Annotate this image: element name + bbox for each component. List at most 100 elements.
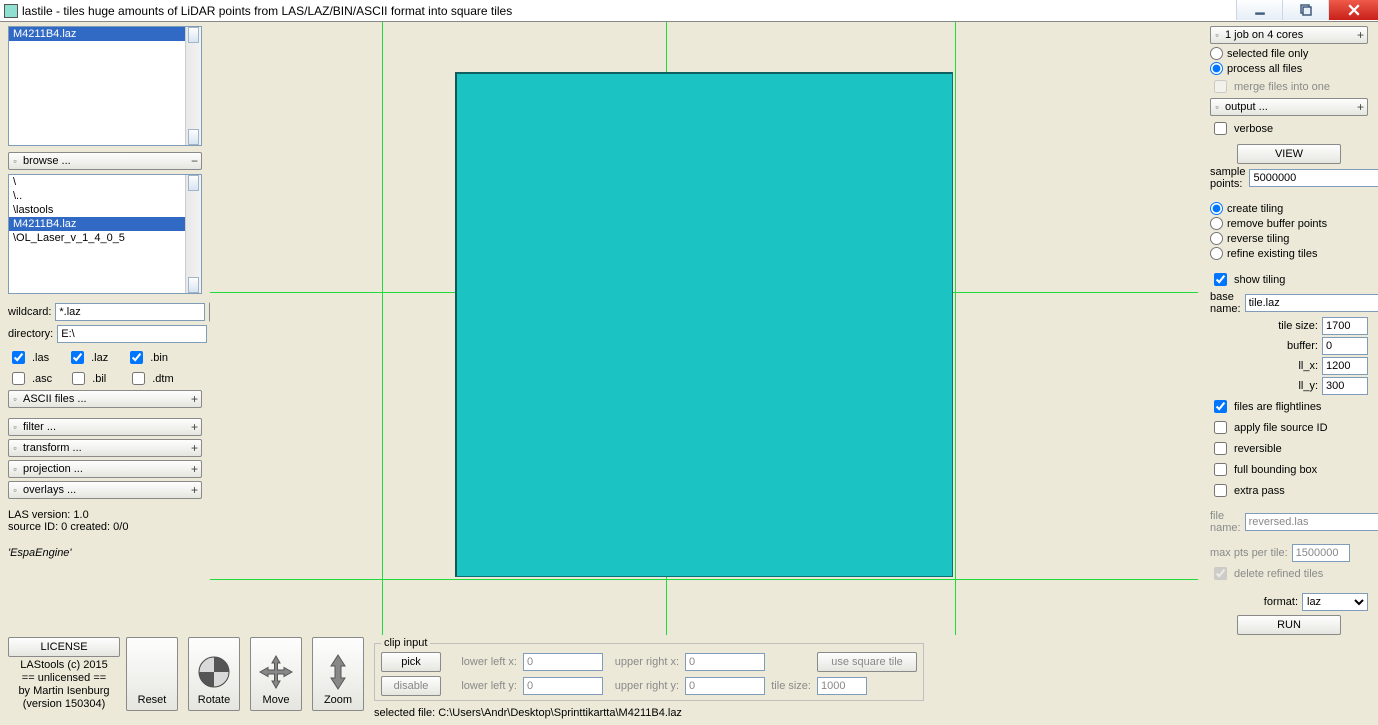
remove-buffer-radio[interactable]: remove buffer points xyxy=(1210,217,1327,230)
upper-right-y-input xyxy=(685,677,765,695)
upper-right-x-label: upper right x: xyxy=(609,656,679,668)
list-item[interactable]: \ xyxy=(9,175,201,189)
disable-button[interactable]: disable xyxy=(381,676,441,696)
llx-label: ll_x: xyxy=(1298,360,1318,372)
clip-tile-size-label: tile size: xyxy=(771,680,811,692)
directory-input[interactable] xyxy=(57,325,207,343)
file-name-input xyxy=(1245,513,1378,531)
lly-label: ll_y: xyxy=(1298,380,1318,392)
selected-files-list[interactable]: M4211B4.laz xyxy=(8,26,202,146)
asc-checkbox[interactable]: .asc xyxy=(8,369,52,388)
clip-legend: clip input xyxy=(381,637,430,649)
tile-size-label: tile size: xyxy=(1278,320,1318,332)
verbose-checkbox[interactable]: verbose xyxy=(1210,119,1273,138)
reset-button[interactable]: Reset xyxy=(126,637,178,711)
reverse-tiling-radio[interactable]: reverse tiling xyxy=(1210,232,1289,245)
selected-file-status: selected file: C:\Users\Andr\Desktop\Spr… xyxy=(374,707,914,719)
run-button[interactable]: RUN xyxy=(1237,615,1341,635)
view-button[interactable]: VIEW xyxy=(1237,144,1341,164)
flightlines-checkbox[interactable]: files are flightlines xyxy=(1210,397,1321,416)
zoom-icon xyxy=(318,652,358,692)
titlebar: lastile - tiles huge amounts of LiDAR po… xyxy=(0,0,1378,22)
process-all-radio[interactable]: process all files xyxy=(1210,62,1302,75)
delete-refined-checkbox[interactable]: delete refined tiles xyxy=(1210,564,1323,583)
zoom-button[interactable]: Zoom xyxy=(312,637,364,711)
tile-size-input[interactable] xyxy=(1322,317,1368,335)
projection-dropdown[interactable]: ▫projection ...+ xyxy=(8,460,202,478)
grid-vline xyxy=(955,22,956,635)
rotate-icon xyxy=(194,652,234,692)
list-item[interactable]: M4211B4.laz xyxy=(9,217,201,231)
upper-right-y-label: upper right y: xyxy=(609,680,679,692)
base-name-input[interactable] xyxy=(1245,294,1378,312)
expand-icon: ▫ xyxy=(11,155,19,167)
dtm-checkbox[interactable]: .dtm xyxy=(128,369,173,388)
list-item[interactable]: \.. xyxy=(9,189,201,203)
directory-label: directory: xyxy=(8,328,53,340)
sample-points-input[interactable] xyxy=(1249,169,1378,187)
buffer-input[interactable] xyxy=(1322,337,1368,355)
license-button[interactable]: LICENSE xyxy=(8,637,120,657)
laz-checkbox[interactable]: .laz xyxy=(67,348,108,367)
llx-input[interactable] xyxy=(1322,357,1368,375)
about-text: LAStools (c) 2015 == unlicensed == by Ma… xyxy=(8,659,120,711)
overlays-dropdown[interactable]: ▫overlays ...+ xyxy=(8,481,202,499)
wildcard-input[interactable] xyxy=(55,303,205,321)
upper-right-x-input xyxy=(685,653,765,671)
reset-icon xyxy=(132,652,172,692)
selected-file-only-radio[interactable]: selected file only xyxy=(1210,47,1308,60)
left-panel: M4211B4.laz ▫ browse ... − \ \.. \lastoo… xyxy=(8,26,202,627)
tile-extent xyxy=(455,72,953,577)
bil-checkbox[interactable]: .bil xyxy=(68,369,106,388)
ascii-files-dropdown[interactable]: ▫ASCII files ...+ xyxy=(8,390,202,408)
rotate-button[interactable]: Rotate xyxy=(188,637,240,711)
file-name-label: file name: xyxy=(1210,510,1241,534)
output-dropdown[interactable]: ▫output ...+ xyxy=(1210,98,1368,116)
collapse-icon: − xyxy=(191,154,198,168)
pick-button[interactable]: pick xyxy=(381,652,441,672)
full-bbox-checkbox[interactable]: full bounding box xyxy=(1210,460,1317,479)
right-panel: ▫1 job on 4 cores+ selected file only pr… xyxy=(1210,26,1368,637)
scrollbar[interactable] xyxy=(185,27,201,145)
base-name-label: base name: xyxy=(1210,291,1241,315)
viewport[interactable] xyxy=(210,22,1198,635)
lower-left-y-input xyxy=(523,677,603,695)
apply-id-checkbox[interactable]: apply file source ID xyxy=(1210,418,1328,437)
minimize-button[interactable] xyxy=(1236,0,1282,20)
filter-dropdown[interactable]: ▫filter ...+ xyxy=(8,418,202,436)
lower-left-x-label: lower left x: xyxy=(447,656,517,668)
show-tiling-checkbox[interactable]: show tiling xyxy=(1210,270,1285,289)
source-id-label: source ID: 0 created: 0/0 xyxy=(8,521,202,533)
clip-tile-size-input xyxy=(817,677,867,695)
app-icon xyxy=(4,4,18,18)
browse-dropdown[interactable]: ▫ browse ... − xyxy=(8,152,202,170)
bottom-panel: LICENSE LAStools (c) 2015 == unlicensed … xyxy=(8,637,1368,725)
las-checkbox[interactable]: .las xyxy=(8,348,49,367)
list-item[interactable]: \OL_Laser_v_1_4_0_5 xyxy=(9,231,201,245)
scrollbar[interactable] xyxy=(185,175,201,293)
format-label: format: xyxy=(1264,596,1298,608)
bin-checkbox[interactable]: .bin xyxy=(126,348,168,367)
las-version-label: LAS version: 1.0 xyxy=(8,509,202,521)
move-button[interactable]: Move xyxy=(250,637,302,711)
lower-left-x-input xyxy=(523,653,603,671)
lly-input[interactable] xyxy=(1322,377,1368,395)
lower-left-y-label: lower left y: xyxy=(447,680,517,692)
buffer-label: buffer: xyxy=(1287,340,1318,352)
close-button[interactable] xyxy=(1328,0,1378,20)
transform-dropdown[interactable]: ▫transform ...+ xyxy=(8,439,202,457)
grid-hline xyxy=(210,579,1198,580)
format-select[interactable]: laz xyxy=(1302,593,1368,611)
merge-checkbox[interactable]: merge files into one xyxy=(1210,77,1330,96)
use-square-tile-button[interactable]: use square tile xyxy=(817,652,917,672)
create-tiling-radio[interactable]: create tiling xyxy=(1210,202,1283,215)
dropdown-label: browse ... xyxy=(23,155,197,167)
refine-tiles-radio[interactable]: refine existing tiles xyxy=(1210,247,1318,260)
list-item[interactable]: M4211B4.laz xyxy=(9,27,201,41)
maximize-button[interactable] xyxy=(1282,0,1328,20)
directory-list[interactable]: \ \.. \lastools M4211B4.laz \OL_Laser_v_… xyxy=(8,174,202,294)
reversible-checkbox[interactable]: reversible xyxy=(1210,439,1282,458)
jobs-dropdown[interactable]: ▫1 job on 4 cores+ xyxy=(1210,26,1368,44)
list-item[interactable]: \lastools xyxy=(9,203,201,217)
extra-pass-checkbox[interactable]: extra pass xyxy=(1210,481,1285,500)
